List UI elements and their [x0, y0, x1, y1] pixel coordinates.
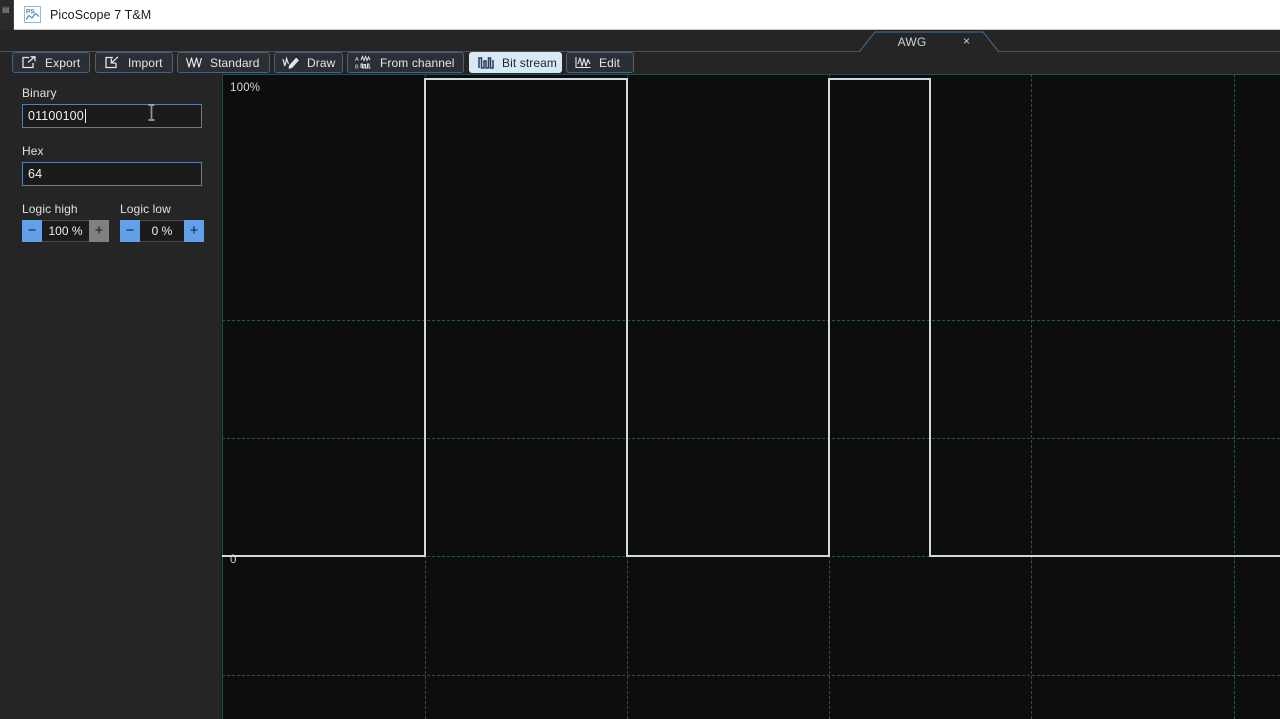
gridline-horizontal	[222, 556, 1280, 557]
edit-button[interactable]: Edit	[566, 52, 634, 73]
tab-shape	[858, 31, 1000, 52]
text-caret	[84, 109, 86, 123]
tab-awg-label: AWG	[897, 34, 927, 49]
waveform-plot[interactable]: 100% 0	[222, 74, 1280, 719]
logic-low-stepper[interactable]: − 0 % +	[120, 220, 204, 242]
logic-high-increment-button[interactable]: +	[89, 220, 109, 242]
bit-stream-icon	[478, 57, 494, 69]
import-button[interactable]: Import	[95, 52, 173, 73]
window-title: PicoScope 7 T&M	[50, 7, 152, 22]
sine-wave-icon	[185, 57, 203, 68]
from-channel-button-label: From channel	[380, 55, 455, 70]
standard-button[interactable]: Standard	[177, 52, 270, 73]
application-window: ▤ PS PicoScope 7 T&M AWG × Export Import…	[0, 0, 1280, 719]
from-channel-icon: A B	[355, 55, 371, 71]
gridline-vertical	[1031, 74, 1032, 719]
os-window-edge: ▤	[0, 0, 14, 30]
import-icon	[105, 56, 119, 69]
logic-high-decrement-button[interactable]: −	[22, 220, 42, 242]
bit-stream-trace	[222, 74, 1280, 719]
os-window-glyph: ▤	[2, 5, 10, 14]
tab-awg[interactable]: AWG ×	[858, 31, 1000, 52]
logic-high-stepper[interactable]: − 100 % +	[22, 220, 109, 242]
logic-low-label: Logic low	[120, 202, 171, 216]
plot-left-border	[222, 74, 223, 719]
plot-top-label: 100%	[230, 82, 261, 94]
gridline-vertical	[627, 74, 628, 719]
import-button-label: Import	[128, 55, 163, 70]
pencil-draw-icon	[282, 56, 299, 69]
bit-stream-button[interactable]: Bit stream	[469, 52, 562, 73]
export-icon	[22, 56, 36, 69]
draw-button[interactable]: Draw	[274, 52, 343, 73]
tab-strip: AWG ×	[0, 30, 1280, 52]
standard-button-label: Standard	[210, 55, 260, 70]
svg-text:A: A	[355, 57, 359, 63]
svg-text:B: B	[355, 65, 359, 71]
logic-high-value[interactable]: 100 %	[42, 220, 89, 242]
gridline-vertical	[425, 74, 426, 719]
gridline-horizontal	[222, 438, 1280, 439]
bit-stream-polyline	[222, 79, 1280, 556]
plot-bottom-label: 0	[230, 554, 237, 566]
gridline-vertical	[1234, 74, 1235, 719]
gridline-vertical	[829, 74, 830, 719]
hex-input-value: 64	[28, 167, 43, 181]
binary-input[interactable]: 01100100	[22, 104, 202, 128]
hex-field-label: Hex	[22, 144, 44, 158]
tab-close-icon[interactable]: ×	[959, 34, 974, 49]
hex-input[interactable]: 64	[22, 162, 202, 186]
logic-high-label: Logic high	[22, 202, 78, 216]
bit-stream-button-label: Bit stream	[502, 55, 558, 70]
from-channel-button[interactable]: A B From channel	[347, 52, 464, 73]
binary-field-label: Binary	[22, 86, 57, 100]
gridline-horizontal	[222, 320, 1280, 321]
plot-top-border	[222, 74, 1280, 75]
toolbar: Export Import Standard Draw A B From cha…	[0, 52, 1280, 74]
edit-button-label: Edit	[599, 55, 621, 70]
title-bar: PS PicoScope 7 T&M	[14, 0, 1280, 30]
binary-input-value: 01100100	[28, 109, 84, 123]
logic-low-decrement-button[interactable]: −	[120, 220, 140, 242]
logic-low-increment-button[interactable]: +	[184, 220, 204, 242]
export-button[interactable]: Export	[12, 52, 90, 73]
export-button-label: Export	[45, 55, 81, 70]
picoscope-logo-icon: PS	[24, 6, 41, 23]
gridline-horizontal	[222, 675, 1280, 676]
edit-wave-icon	[575, 57, 591, 69]
bit-stream-settings-panel: Binary 01100100 Hex 64 Logic high Logic …	[0, 74, 222, 719]
logic-low-value[interactable]: 0 %	[140, 220, 184, 242]
svg-text:PS: PS	[26, 9, 35, 16]
draw-button-label: Draw	[307, 55, 336, 70]
